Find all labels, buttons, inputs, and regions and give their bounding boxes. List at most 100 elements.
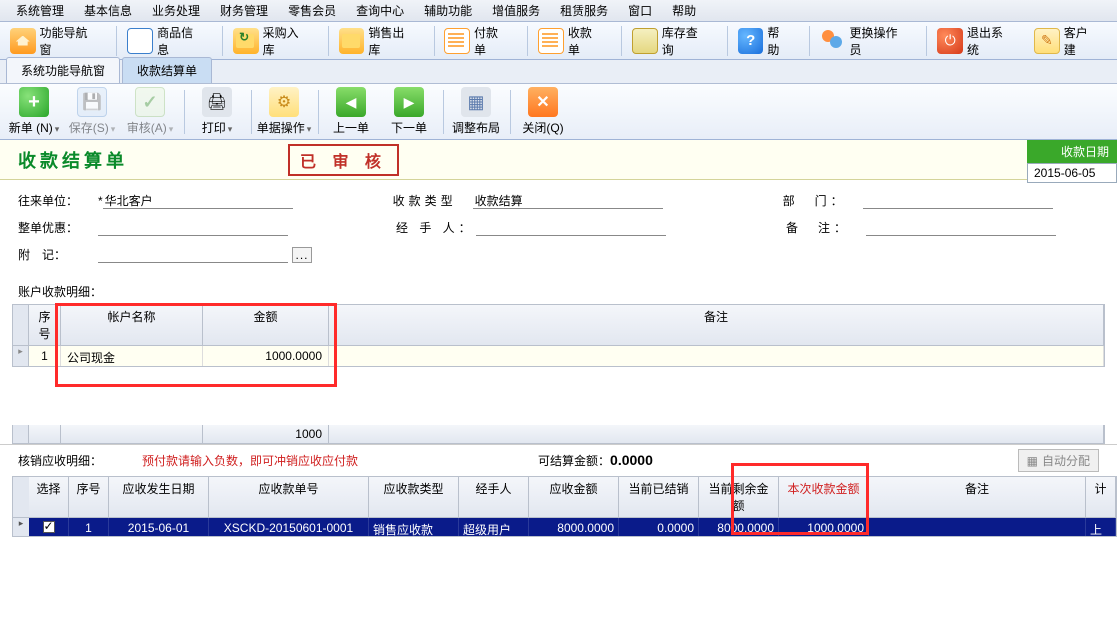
payment-button[interactable]: 付款单 — [438, 22, 515, 60]
receipt-button[interactable]: 收款单 — [532, 22, 609, 60]
next-doc-button[interactable]: 下一单 — [381, 87, 437, 136]
col-receivable[interactable]: 应收金额 — [529, 477, 619, 517]
menu-biz[interactable]: 业务处理 — [142, 0, 210, 21]
form-area: 往来单位：* 收款类型 部 门： 整单优惠： 经 手 人： 备 注： 附 记：.… — [0, 180, 1117, 279]
account-row[interactable]: ▸ 1 公司现金 1000.0000 — [13, 346, 1104, 366]
col-account[interactable]: 帐户名称 — [61, 305, 203, 345]
col-remain[interactable]: 当前剩余金额 — [699, 477, 779, 517]
doc-receipt-icon — [538, 28, 564, 54]
col-this-receipt[interactable]: 本次收款金额 — [779, 477, 869, 517]
receivable-row[interactable]: ▸ 1 2015-06-01 XSCKD-20150601-0001 销售应收款… — [13, 518, 1116, 536]
doc-pay-icon — [444, 28, 470, 54]
switch-user-button[interactable]: 更换操作员 — [814, 22, 914, 60]
doc-ops-button[interactable]: 单据操作 — [256, 87, 312, 136]
receipt-type-input[interactable] — [473, 192, 663, 209]
main-toolbar: 功能导航窗 商品信息 采购入库 销售出库 付款单 收款单 库存查询 帮助 更换操… — [0, 22, 1117, 60]
stock-query-button[interactable]: 库存查询 — [626, 22, 715, 60]
remark-input[interactable] — [866, 219, 1056, 236]
row-checkbox[interactable] — [43, 521, 55, 533]
action-toolbar: 新单 (N) 保存(S) 审核(A) 打印 单据操作 上一单 下一单 调整布局 … — [0, 84, 1117, 140]
col-date[interactable]: 应收发生日期 — [109, 477, 209, 517]
col-index[interactable]: 序号 — [29, 305, 61, 345]
nav-window-button[interactable]: 功能导航窗 — [4, 22, 104, 60]
dept-label: 部 门： — [783, 192, 863, 209]
dept-input[interactable] — [863, 192, 1053, 209]
menu-aux[interactable]: 辅助功能 — [414, 0, 482, 21]
col-note2[interactable]: 备注 — [869, 477, 1086, 517]
stock-icon — [632, 28, 658, 54]
account-total: 1000 — [203, 425, 329, 443]
account-detail-label: 账户收款明细： — [0, 279, 1117, 304]
attach-browse-button[interactable]: ... — [292, 247, 312, 263]
offset-bar: 核销应收明细： 预付款请输入负数，即可冲销应收应付款 可结算金额：0.0000 … — [0, 444, 1117, 476]
save-button: 保存(S) — [64, 87, 120, 136]
offset-section-label: 核销应收明细： — [18, 452, 102, 469]
receivable-grid: 选择 序号 应收发生日期 应收款单号 应收款类型 经手人 应收金额 当前已结销 … — [12, 476, 1117, 537]
discount-input[interactable] — [98, 219, 288, 236]
row-account[interactable]: 公司现金 — [61, 346, 203, 366]
account-grid: 序号 帐户名称 金额 备注 ▸ 1 公司现金 1000.0000 — [12, 304, 1105, 367]
row-index: 1 — [29, 346, 61, 366]
unit-input[interactable] — [103, 192, 293, 209]
goods-info-button[interactable]: 商品信息 — [121, 22, 210, 60]
col-type[interactable]: 应收款类型 — [369, 477, 459, 517]
col-docnum[interactable]: 应收款单号 — [209, 477, 369, 517]
col-select[interactable]: 选择 — [29, 477, 69, 517]
power-icon — [937, 28, 963, 54]
gear-icon — [269, 87, 299, 117]
print-icon — [202, 87, 232, 117]
col-note[interactable]: 备注 — [329, 305, 1104, 345]
menu-finance[interactable]: 财务管理 — [210, 0, 278, 21]
col-handler[interactable]: 经手人 — [459, 477, 529, 517]
menu-basic[interactable]: 基本信息 — [74, 0, 142, 21]
menu-help[interactable]: 帮助 — [662, 0, 706, 21]
users-icon — [820, 28, 846, 54]
attach-label: 附 记： — [18, 246, 98, 263]
menu-query[interactable]: 查询中心 — [346, 0, 414, 21]
document-header: 收款结算单 已 审 核 收款日期 — [0, 140, 1117, 180]
tab-nav-window[interactable]: 系统功能导航窗 — [6, 57, 120, 83]
handler-input[interactable] — [476, 219, 666, 236]
print-button[interactable]: 打印 — [189, 87, 245, 136]
help-button[interactable]: 帮助 — [732, 22, 797, 60]
exit-button[interactable]: 退出系统 — [931, 22, 1020, 60]
customer-button[interactable]: 客户建 — [1028, 22, 1105, 60]
menu-bar: 系统管理 基本信息 业务处理 财务管理 零售会员 查询中心 辅助功能 增值服务 … — [0, 0, 1117, 22]
receipt-type-label: 收款类型 — [393, 192, 473, 209]
tab-receipt-settlement[interactable]: 收款结算单 — [122, 57, 212, 83]
col-settled[interactable]: 当前已结销 — [619, 477, 699, 517]
close-button[interactable]: 关闭(Q) — [515, 87, 571, 136]
close-icon — [528, 87, 558, 117]
new-button[interactable]: 新单 (N) — [6, 87, 62, 136]
check-icon — [135, 87, 165, 117]
unit-label: 往来单位： — [18, 192, 98, 209]
sale-out-button[interactable]: 销售出库 — [333, 22, 422, 60]
account-total-row: 1000 — [12, 425, 1105, 444]
row-note[interactable] — [329, 346, 1104, 366]
col-time[interactable]: 计 — [1086, 477, 1116, 517]
menu-system[interactable]: 系统管理 — [6, 0, 74, 21]
auto-allocate-button[interactable]: 自动分配 — [1018, 449, 1099, 472]
receipt-date-input[interactable] — [1027, 163, 1117, 183]
audit-button: 审核(A) — [122, 87, 178, 136]
menu-addon[interactable]: 增值服务 — [482, 0, 550, 21]
save-icon — [77, 87, 107, 117]
handler-label: 经 手 人： — [396, 219, 476, 236]
edit-icon — [1034, 28, 1060, 54]
menu-rent[interactable]: 租赁服务 — [550, 0, 618, 21]
document-tabs: 系统功能导航窗 收款结算单 — [0, 60, 1117, 84]
prev-doc-button[interactable]: 上一单 — [323, 87, 379, 136]
col-amount[interactable]: 金额 — [203, 305, 329, 345]
audited-stamp: 已 审 核 — [288, 144, 399, 176]
remark-label: 备 注： — [786, 219, 866, 236]
attach-input[interactable] — [98, 246, 288, 263]
menu-window[interactable]: 窗口 — [618, 0, 662, 21]
layout-icon — [461, 87, 491, 117]
adjust-layout-button[interactable]: 调整布局 — [448, 87, 504, 136]
col-seq[interactable]: 序号 — [69, 477, 109, 517]
home-icon — [10, 28, 36, 54]
purchase-in-button[interactable]: 采购入库 — [227, 22, 316, 60]
row-amount[interactable]: 1000.0000 — [203, 346, 329, 366]
menu-retail[interactable]: 零售会员 — [278, 0, 346, 21]
receipt-date-label: 收款日期 — [1027, 140, 1117, 163]
